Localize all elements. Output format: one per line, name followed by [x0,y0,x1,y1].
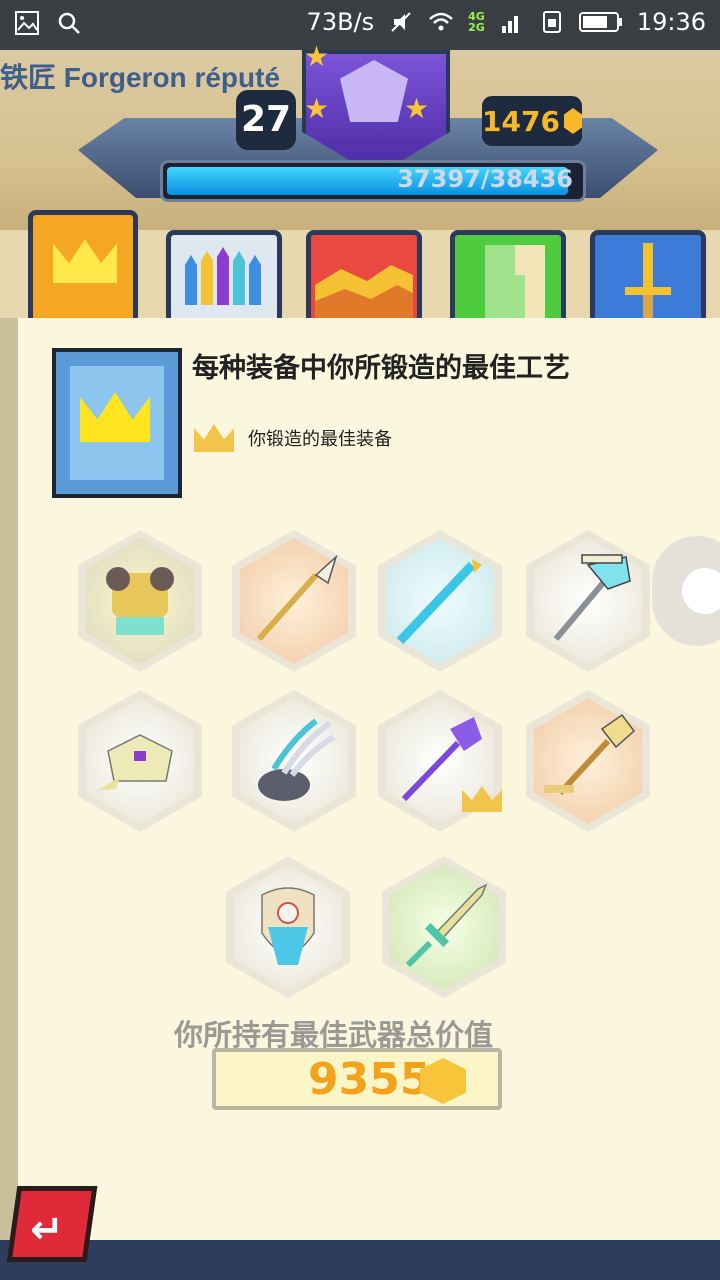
rank-title: 铁匠 Forgeron réputé [0,62,281,93]
xp-text: 37397/38436 [397,165,573,193]
total-value: 9355 [308,1054,431,1105]
xp-bar: 37397/38436 [160,160,586,202]
network-type: 4G 2G [468,10,485,34]
battery-icon [578,12,622,32]
gem-icon [563,108,582,134]
tab-sword[interactable] [590,230,706,330]
tab-fence[interactable] [166,230,282,330]
signal-icon [501,16,518,33]
book-bottom-edge [0,1240,720,1280]
side-scroll-button[interactable] [652,536,720,646]
circle-icon [682,568,720,614]
star-icon: ★ [304,40,330,73]
player-level: 27 [236,90,296,150]
sword-icon [625,243,671,319]
tab-mountains[interactable] [306,230,422,330]
tab-crown[interactable] [28,210,138,328]
gem-count: 1476 [482,104,560,138]
crown-icon [194,424,234,452]
return-arrow-icon: ↵ [30,1207,64,1253]
tab-map[interactable] [450,230,566,330]
mountains-icon [315,265,413,321]
total-value-box: 9355 [212,1048,502,1110]
best-item-legend: 你锻造的最佳装备 [194,424,392,452]
gem-counter[interactable]: 1476 [482,96,582,146]
mute-icon [391,12,411,32]
clock: 19:36 [636,8,706,36]
sim-icon [542,11,561,33]
star-icon: ★ [304,92,330,125]
search-icon [58,12,80,34]
section-title: 每种装备中你所锻造的最佳工艺 [192,353,570,384]
map-icon [485,245,545,321]
network-speed: 73B/s [306,8,375,36]
status-bar: 73B/s 4G 2G 19:36 [0,0,720,50]
gallery-icon [15,11,39,35]
wifi-icon [429,12,453,31]
fence-icon [185,247,261,305]
legend-label: 你锻造的最佳装备 [248,429,392,450]
back-button[interactable]: ↵ [6,1186,98,1262]
star-icon: ★ [404,92,430,125]
crown-emblem [52,348,182,498]
crown-icon [53,239,117,283]
